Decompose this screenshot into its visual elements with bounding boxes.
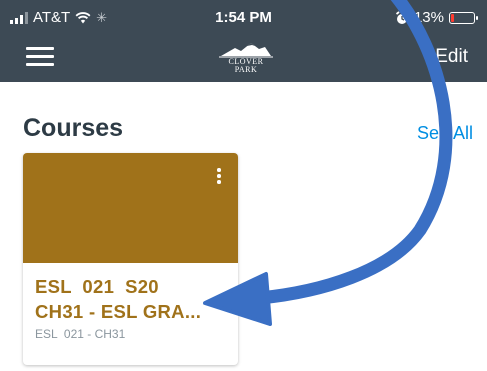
course-name[interactable]: ESL 021 S20 CH31 - ESL GRA...: [35, 274, 225, 324]
battery-icon: [449, 11, 478, 24]
course-card[interactable]: ESL 021 S20 CH31 - ESL GRA... ESL 021 - …: [23, 153, 238, 365]
battery-level: [451, 13, 454, 22]
course-card-banner[interactable]: [23, 153, 238, 263]
nav-bar: CLOVER PARK Edit: [0, 36, 487, 82]
edit-button[interactable]: Edit: [435, 46, 468, 68]
more-vertical-icon[interactable]: [212, 166, 226, 186]
status-bar: AT&T ✳ 1:54 PM 13%: [0, 0, 487, 36]
logo-text: CLOVER PARK: [228, 57, 264, 74]
courses-heading: Courses: [23, 114, 124, 142]
see-all-link[interactable]: See All: [417, 123, 473, 144]
battery-percent: 13%: [413, 9, 444, 26]
alarm-icon: [395, 10, 409, 24]
status-right: 13%: [395, 9, 478, 26]
mountain-logo-icon: [219, 43, 273, 58]
hamburger-menu-icon[interactable]: [26, 44, 54, 68]
school-logo: CLOVER PARK: [216, 40, 276, 74]
course-code: ESL 021 - CH31: [35, 327, 126, 341]
top-bar: AT&T ✳ 1:54 PM 13% CLOVER PARK Edit: [0, 0, 487, 82]
